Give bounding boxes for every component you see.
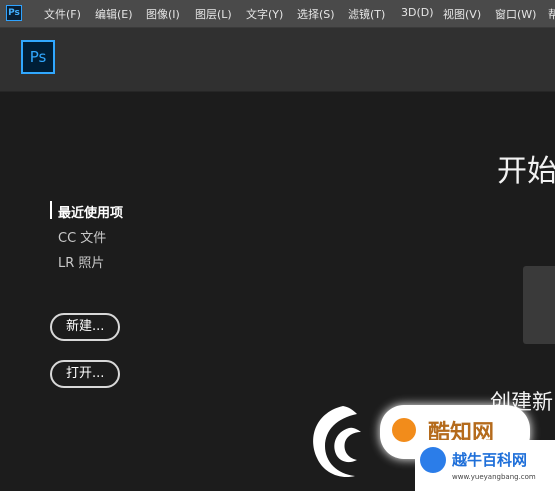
- active-indicator: [50, 201, 52, 219]
- sidebar-item-recent[interactable]: 最近使用项: [58, 202, 123, 221]
- watermark-corner-icon: [420, 447, 446, 473]
- menu-select[interactable]: 选择(S): [297, 6, 335, 22]
- menu-window[interactable]: 窗口(W): [495, 6, 536, 22]
- menu-type[interactable]: 文字(Y): [246, 6, 283, 22]
- menu-help[interactable]: 帮: [548, 6, 555, 22]
- watermark-corner-title: 越牛百科网: [452, 451, 528, 469]
- menu-view[interactable]: 视图(V): [443, 6, 481, 22]
- menu-edit[interactable]: 编辑(E): [95, 6, 133, 22]
- watermark-badge-icon: [392, 418, 416, 442]
- open-button[interactable]: 打开...: [50, 360, 121, 388]
- photoshop-logo-icon: Ps: [21, 40, 55, 74]
- sidebar-item-lr-photos[interactable]: LR 照片: [58, 252, 104, 271]
- menu-filter[interactable]: 滤镜(T): [348, 6, 385, 22]
- menu-bar: Ps 文件(F) 编辑(E) 图像(I) 图层(L) 文字(Y) 选择(S) 滤…: [0, 0, 555, 28]
- menu-file[interactable]: 文件(F): [44, 6, 81, 22]
- start-header: [0, 28, 555, 92]
- new-button[interactable]: 新建...: [50, 313, 121, 341]
- menu-image[interactable]: 图像(I): [146, 6, 180, 22]
- watermark-swirl-logo: [313, 406, 361, 478]
- photoshop-app-icon[interactable]: Ps: [6, 5, 22, 21]
- menu-layer[interactable]: 图层(L): [195, 6, 232, 22]
- start-title: 开始: [497, 154, 555, 189]
- preset-card[interactable]: [523, 266, 555, 344]
- watermark-corner-url: www.yueyangbang.com: [452, 473, 536, 481]
- menu-3d[interactable]: 3D(D): [401, 6, 434, 19]
- sidebar-item-cc-files[interactable]: CC 文件: [58, 227, 106, 246]
